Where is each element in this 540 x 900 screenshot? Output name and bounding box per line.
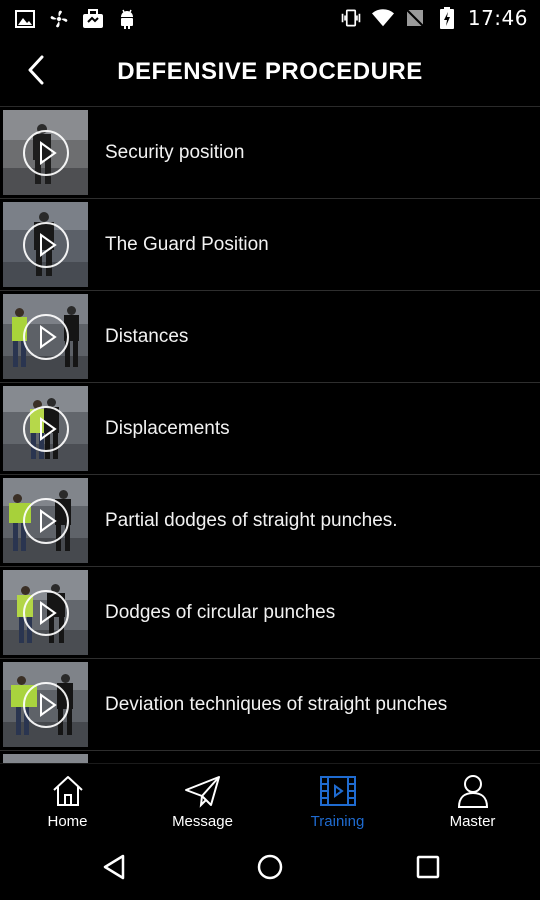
video-thumbnail: [3, 110, 88, 195]
list-item-label: Distances: [105, 326, 189, 347]
list-item-label: Security position: [105, 142, 245, 163]
list-item[interactable]: Partial dodges of straight punches.: [0, 475, 540, 567]
nav-home-label: Home: [47, 813, 88, 830]
list-item[interactable]: Distances: [0, 291, 540, 383]
list-item[interactable]: [0, 751, 540, 763]
list-item-label: The Guard Position: [105, 234, 269, 255]
list-item[interactable]: Deviation techniques of straight punches: [0, 659, 540, 751]
fan-icon: [48, 8, 70, 30]
back-triangle-icon[interactable]: [96, 849, 132, 885]
list-item-label: Dodges of circular punches: [105, 602, 336, 623]
video-thumbnail: [3, 386, 88, 471]
page-title: DEFENSIVE PROCEDURE: [117, 58, 423, 85]
nav-home[interactable]: Home: [0, 764, 135, 835]
list-item-label: Displacements: [105, 418, 230, 439]
play-icon: [23, 222, 69, 268]
list-item-label: Deviation techniques of straight punches: [105, 694, 448, 715]
video-thumbnail: [3, 662, 88, 747]
nav-message[interactable]: Message: [135, 764, 270, 835]
video-thumbnail: [3, 294, 88, 379]
nav-master[interactable]: Master: [405, 764, 540, 835]
status-left-icons: [14, 8, 138, 30]
video-thumbnail: [3, 754, 88, 763]
vibrate-icon: [340, 7, 362, 29]
nav-message-label: Message: [172, 813, 233, 830]
play-icon: [23, 130, 69, 176]
system-navigation: [0, 835, 540, 900]
clock: 17:46: [467, 6, 528, 30]
image-icon: [14, 8, 36, 30]
person-icon: [453, 772, 493, 810]
no-sim-icon: [404, 7, 426, 29]
play-icon: [23, 406, 69, 452]
status-bar: 17:46: [0, 0, 540, 38]
status-right-icons: 17:46: [340, 6, 528, 30]
battery-icon: [436, 7, 458, 29]
nav-training[interactable]: Training: [270, 764, 405, 835]
film-icon: [318, 772, 358, 810]
app-header: DEFENSIVE PROCEDURE: [0, 38, 540, 106]
play-icon: [23, 590, 69, 636]
home-circle-icon[interactable]: [252, 849, 288, 885]
bottom-navigation: Home Message Training Master: [0, 763, 540, 835]
nav-training-label: Training: [310, 813, 365, 830]
video-thumbnail: [3, 478, 88, 563]
list-item[interactable]: The Guard Position: [0, 199, 540, 291]
nav-master-label: Master: [449, 813, 496, 830]
play-icon: [23, 314, 69, 360]
video-thumbnail: [3, 570, 88, 655]
video-list: Security position The Guard Position Dis…: [0, 106, 540, 763]
briefcase-icon: [82, 8, 104, 30]
list-item-label: Partial dodges of straight punches.: [105, 510, 398, 531]
android-icon: [116, 8, 138, 30]
list-item[interactable]: Displacements: [0, 383, 540, 475]
list-item[interactable]: Dodges of circular punches: [0, 567, 540, 659]
video-thumbnail: [3, 202, 88, 287]
wifi-icon: [371, 7, 394, 29]
play-icon: [23, 498, 69, 544]
play-icon: [23, 682, 69, 728]
house-icon: [48, 772, 88, 810]
recents-square-icon[interactable]: [410, 849, 446, 885]
list-item[interactable]: Security position: [0, 107, 540, 199]
paper-plane-icon: [183, 772, 223, 810]
